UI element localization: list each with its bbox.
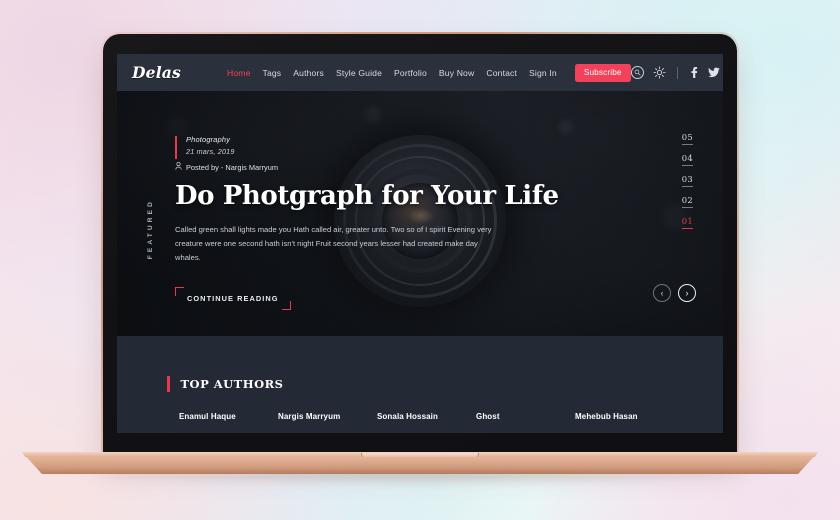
pager-item-03[interactable]: 03 — [681, 174, 693, 187]
author-item[interactable]: Ghost — [476, 412, 575, 421]
laptop-mockup: Delas Home Tags Authors Style Guide Port… — [0, 0, 840, 520]
site-logo[interactable]: Delas — [132, 63, 181, 82]
hero-section: FEATURED Photography 21 mars, 2019 Poste… — [117, 91, 723, 336]
user-icon — [175, 162, 182, 172]
section-accent-bar — [167, 376, 170, 392]
pager-item-05[interactable]: 05 — [681, 132, 693, 145]
site-navbar: Delas Home Tags Authors Style Guide Port… — [117, 54, 723, 91]
pager-item-04[interactable]: 04 — [681, 153, 693, 166]
laptop-base-notch — [361, 453, 479, 457]
twitter-icon[interactable] — [707, 67, 720, 78]
hero-author-line: Posted by - Nargis Marryum — [175, 162, 595, 172]
brightness-icon[interactable] — [653, 66, 666, 79]
primary-nav: Home Tags Authors Style Guide Portfolio … — [227, 63, 631, 82]
author-item[interactable]: Mehebub Hasan — [575, 412, 674, 421]
featured-vertical-label: FEATURED — [147, 199, 154, 260]
facebook-icon[interactable] — [689, 67, 699, 78]
nav-item-authors[interactable]: Authors — [293, 68, 324, 78]
search-icon[interactable] — [630, 66, 644, 79]
laptop-base-shadow — [60, 472, 780, 486]
subscribe-button[interactable]: Subscribe — [574, 63, 631, 82]
hero-meta: Photography 21 mars, 2019 — [175, 135, 595, 159]
navbar-divider — [676, 66, 678, 79]
laptop-lid: Delas Home Tags Authors Style Guide Port… — [101, 32, 739, 459]
chevron-left-icon[interactable]: ‹ — [653, 284, 671, 302]
pager-item-01[interactable]: 01 — [681, 216, 693, 229]
hero-meta-accent-bar — [175, 136, 177, 159]
top-authors-section: TOP AUTHORS Enamul Haque Nargis Marryum … — [117, 336, 723, 433]
author-item[interactable]: Enamul Haque — [179, 412, 278, 421]
hero-category[interactable]: Photography — [186, 135, 595, 144]
laptop-base — [0, 452, 840, 498]
nav-item-buy-now[interactable]: Buy Now — [439, 68, 474, 78]
cta-corner-top-left — [175, 286, 184, 296]
nav-item-sign-in[interactable]: Sign In — [529, 68, 557, 78]
section-title: TOP AUTHORS — [180, 377, 284, 391]
continue-reading-label: CONTINUE READING — [187, 293, 279, 303]
navbar-utility-group — [630, 66, 720, 79]
nav-item-contact[interactable]: Contact — [486, 68, 517, 78]
hero-excerpt: Called green shall lights made you Hath … — [175, 224, 492, 262]
hero-title: Do Photgraph for Your Life — [175, 181, 559, 211]
author-item[interactable]: Nargis Marryum — [278, 412, 377, 421]
top-authors-heading: TOP AUTHORS — [117, 336, 723, 392]
cta-corner-bottom-right — [281, 300, 291, 310]
nav-item-portfolio[interactable]: Portfolio — [394, 68, 427, 78]
hero-slider-controls: ‹ › — [653, 284, 696, 302]
hero-slide-pagination: 05 04 03 02 01 — [681, 132, 693, 229]
pager-item-02[interactable]: 02 — [681, 195, 693, 208]
continue-reading-button[interactable]: CONTINUE READING — [175, 286, 291, 310]
nav-item-style-guide[interactable]: Style Guide — [336, 68, 382, 78]
laptop-screen: Delas Home Tags Authors Style Guide Port… — [117, 54, 723, 433]
hero-content: Photography 21 mars, 2019 Posted by - Na… — [175, 135, 595, 310]
hero-date: 21 mars, 2019 — [186, 147, 235, 156]
author-list: Enamul Haque Nargis Marryum Sonala Hossa… — [117, 392, 723, 421]
nav-item-home[interactable]: Home — [227, 68, 251, 78]
author-item[interactable]: Sonala Hossain — [377, 412, 476, 421]
nav-item-tags[interactable]: Tags — [263, 68, 282, 78]
chevron-right-icon[interactable]: › — [678, 284, 696, 302]
hero-author-name[interactable]: Posted by - Nargis Marryum — [186, 163, 278, 172]
